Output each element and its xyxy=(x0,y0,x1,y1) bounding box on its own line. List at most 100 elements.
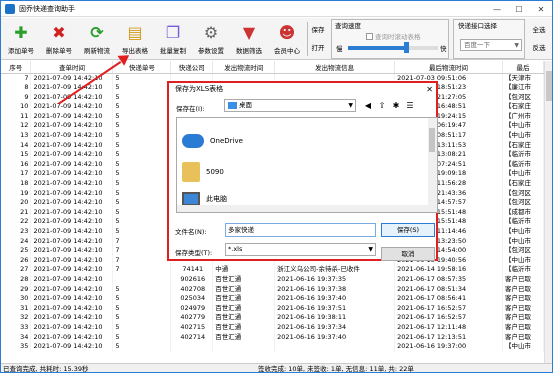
table-cell: 2021-06-17 16:52:57 xyxy=(394,313,503,323)
folder-list-hscrollbar[interactable] xyxy=(177,205,429,212)
save-in-combo[interactable]: 桌面 ▼ xyxy=(224,99,356,112)
table-cell: 5 xyxy=(112,121,172,132)
column-header[interactable]: 发出物流信息 xyxy=(274,61,396,74)
add-number-button[interactable]: ✚ 添加单号 xyxy=(3,20,39,58)
cancel-button[interactable]: 取消 xyxy=(381,247,435,261)
column-header[interactable]: 序号 xyxy=(1,61,32,74)
toolbar-divider xyxy=(307,22,308,56)
invert-select-button[interactable]: 反选 xyxy=(527,39,551,57)
table-cell: 5 xyxy=(112,227,172,237)
table-cell: 5 xyxy=(112,111,172,122)
table-cell: 402714 xyxy=(170,332,214,343)
table-cell: 5 xyxy=(112,198,172,208)
settings-button[interactable]: ⚙ 参数设置 xyxy=(193,20,229,58)
delete-number-button[interactable]: ✖ 删除单号 xyxy=(41,20,77,58)
table-scrollbar[interactable] xyxy=(544,61,552,363)
dialog-nav-icons: ◀ ⇧ ✱ ☰ xyxy=(363,100,415,110)
user-icon: ☻ xyxy=(278,22,296,42)
table-cell: 2021-06-17 12:11:48 xyxy=(394,322,503,333)
list-item[interactable]: 此电脑 xyxy=(182,192,227,206)
close-button[interactable]: ✕ xyxy=(530,1,552,17)
column-header[interactable]: 发出物流时间 xyxy=(212,61,276,74)
filetype-value: *.xls xyxy=(228,245,243,253)
query-speed-header: 查询速度 xyxy=(335,22,361,30)
folder-list-scrollbar[interactable] xyxy=(428,118,437,212)
auto-scroll-checkbox[interactable]: 查询时滚动表格 xyxy=(366,31,421,41)
table-row[interactable]: 35 2021-07-09 14:42:10 5 2021-06-16 19:37:0… xyxy=(1,342,544,352)
column-header[interactable]: 查单时间 xyxy=(30,61,114,74)
table-cell: 【中山市 xyxy=(502,227,544,237)
table-cell: 2021-06-16 19:37:00 xyxy=(394,342,503,352)
new-folder-icon[interactable]: ✱ xyxy=(391,100,401,110)
save-button[interactable]: 保存(S) xyxy=(381,223,435,237)
table-cell: 2021-06-14 19:58:16 xyxy=(394,265,503,275)
table-cell: 2021-06-17 16:52:57 xyxy=(394,303,503,314)
maximize-button[interactable]: ☐ xyxy=(508,1,530,17)
table-row[interactable]: 32 2021-07-09 14:42:10 5 402779 百世汇通 2021-06-… xyxy=(1,313,544,323)
table-cell: 2021-07-09 14:42:10 xyxy=(30,179,114,189)
filetype-select[interactable]: *.xls ▼ xyxy=(225,243,376,256)
view-menu-icon[interactable]: ☰ xyxy=(405,100,415,110)
table-cell: 402715 xyxy=(170,322,214,333)
chevron-down-icon: ▼ xyxy=(514,42,519,49)
table-cell: 2021-07-09 14:42:10 xyxy=(30,294,114,304)
data-filter-button[interactable]: ▼ 数据筛选 xyxy=(231,20,267,58)
back-icon[interactable]: ◀ xyxy=(363,100,373,110)
data-filter-label: 数据筛选 xyxy=(236,47,262,55)
table-row[interactable]: 34 2021-07-09 14:42:10 5 402714 百世汇通 2021-06-… xyxy=(1,332,544,343)
table-cell: 11 xyxy=(1,111,32,122)
table-cell xyxy=(212,342,276,352)
select-all-button[interactable]: 全选 xyxy=(527,21,551,39)
table-row[interactable]: 29 2021-07-09 14:42:10 5 402708 百世汇通 2021-06-… xyxy=(1,284,544,295)
table-row[interactable]: 31 2021-07-09 14:42:10 5 024979 百世汇通 2021-06-… xyxy=(1,303,544,314)
table-cell: 2021-06-16 19:37:40 xyxy=(274,332,396,343)
scrollbar-thumb[interactable] xyxy=(429,128,435,152)
table-cell: 5 xyxy=(112,342,172,352)
table-cell: 2021-06-17 08:57:35 xyxy=(394,274,503,285)
speed-slider-thumb[interactable] xyxy=(404,42,410,53)
column-header[interactable]: 最后 xyxy=(502,61,544,74)
member-center-button[interactable]: ☻ 会员中心 xyxy=(269,20,305,58)
table-cell: 2021-07-09 14:42:10 xyxy=(30,227,114,237)
table-cell: 【石家庄 xyxy=(502,140,544,151)
dialog-title-bar: 保存为XLS表格 ✕ xyxy=(169,83,436,96)
table-row[interactable]: 28 2021-07-09 14:42:10 902616 百世汇通 2021-06-1… xyxy=(1,274,544,285)
column-header[interactable]: 快递公司 xyxy=(170,61,214,74)
minimize-button[interactable]: — xyxy=(486,1,508,17)
save-button[interactable]: 保存 xyxy=(310,21,326,39)
table-cell: 15 xyxy=(1,150,32,160)
window-title: 固乔快递查询助手 xyxy=(19,4,75,13)
batch-copy-button[interactable]: ❐ 批量复制 xyxy=(155,20,191,58)
table-row[interactable]: 27 2021-07-09 14:42:10 7 74141 中通 浙江义乌公司-余待杀-… xyxy=(1,265,544,275)
list-item[interactable]: OneDrive xyxy=(182,134,243,148)
table-cell: 2021-07-09 14:42:10 xyxy=(30,150,114,160)
dialog-close-icon[interactable]: ✕ xyxy=(426,83,433,96)
title-bar: 固乔快递查询助手 — ☐ ✕ xyxy=(1,1,552,17)
table-cell: 2021-06-16 19:37:38 xyxy=(274,284,396,295)
copy-icon: ❐ xyxy=(165,22,181,42)
table-cell: 百世汇通 xyxy=(212,332,276,343)
table-cell: 2021-07-09 14:42:10 xyxy=(30,342,114,352)
list-item[interactable]: 5090 xyxy=(182,162,224,182)
speed-slider-fill xyxy=(348,46,407,50)
table-row[interactable]: 33 2021-07-09 14:42:10 5 402715 百世汇通 2021-06-… xyxy=(1,322,544,333)
table-cell xyxy=(170,342,214,352)
checkbox-box xyxy=(366,32,373,40)
table-cell: 2021-07-09 14:42:10 xyxy=(30,207,114,218)
open-button[interactable]: 打开 xyxy=(310,39,326,57)
auto-scroll-label: 查询时滚动表格 xyxy=(375,33,421,41)
scrollbar-thumb[interactable] xyxy=(546,71,552,101)
port-select[interactable]: 百度一下 ▼ xyxy=(460,39,522,51)
table-cell: 5 xyxy=(112,92,172,103)
table-row[interactable]: 30 2021-07-09 14:42:10 5 025034 百世汇通 2021-06-… xyxy=(1,294,544,304)
table-cell: 30 xyxy=(1,294,32,304)
filename-input[interactable]: 多家快递 xyxy=(225,223,376,237)
speed-slider[interactable] xyxy=(348,42,438,53)
up-folder-icon[interactable]: ⇧ xyxy=(377,100,387,110)
table-cell: 2021-07-09 14:42:10 xyxy=(30,131,114,141)
refresh-logistics-button[interactable]: ⟳ 刷新物流 xyxy=(79,20,115,58)
chevron-down-icon: ▼ xyxy=(368,246,373,253)
app-icon xyxy=(5,3,15,14)
table-cell: 百世汇通 xyxy=(212,303,276,314)
column-header[interactable]: 最后物流时间 xyxy=(394,61,503,74)
